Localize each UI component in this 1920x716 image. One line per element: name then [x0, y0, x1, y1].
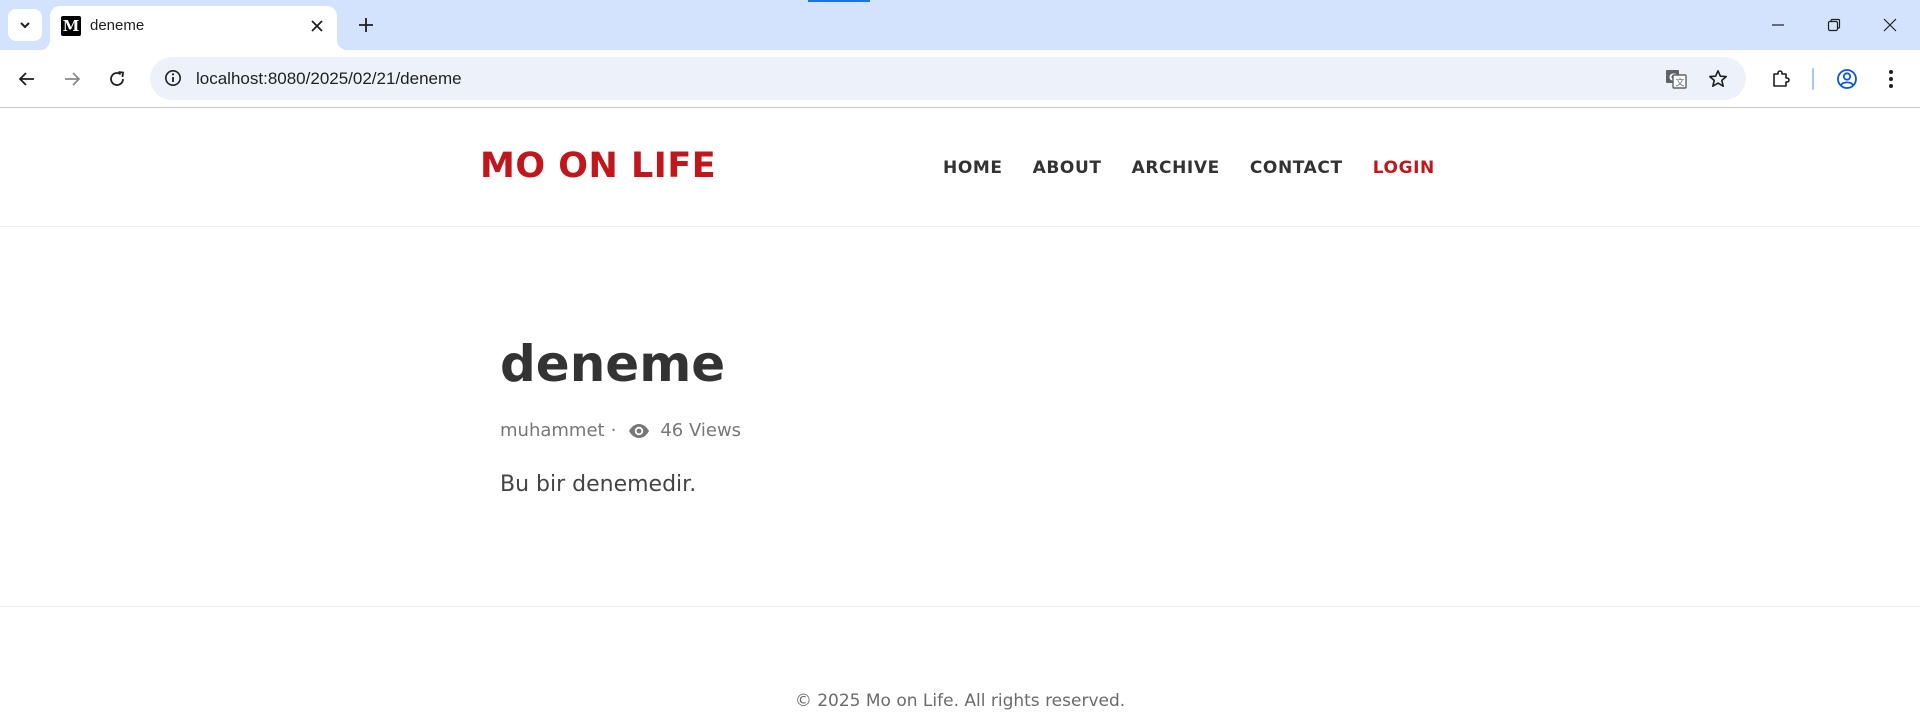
browser-toolbar: localhost:8080/2025/02/21/deneme G文	[0, 50, 1920, 108]
post-views: 46 Views	[660, 420, 742, 441]
post-title: deneme	[500, 335, 726, 393]
close-icon	[311, 20, 323, 32]
puzzle-icon	[1773, 70, 1790, 87]
nav-login-link[interactable]: LOGIN	[1373, 158, 1435, 178]
tab-title: deneme	[90, 17, 145, 34]
star-icon	[1709, 70, 1727, 87]
chevron-down-icon	[20, 22, 30, 29]
arrow-right-icon	[65, 72, 81, 86]
post-author: muhammet	[500, 420, 605, 441]
forward-button[interactable]	[55, 62, 89, 96]
nav-archive-link[interactable]: ARCHIVE	[1132, 158, 1220, 178]
nav-contact-link[interactable]: CONTACT	[1250, 158, 1343, 178]
account-circle-icon	[1837, 69, 1857, 89]
reload-button[interactable]	[100, 62, 134, 96]
meta-separator: ·	[610, 420, 617, 441]
translate-button[interactable]: G文	[1660, 63, 1692, 95]
toolbar-separator	[1812, 68, 1814, 90]
eye-icon	[628, 423, 650, 439]
reload-icon	[110, 71, 124, 86]
bookmark-button[interactable]	[1702, 63, 1734, 95]
nav-home-link[interactable]: HOME	[943, 158, 1003, 178]
svg-text:文: 文	[1676, 77, 1685, 89]
tab-search-button[interactable]	[8, 9, 42, 41]
plus-icon	[359, 18, 373, 32]
window-minimize-button[interactable]	[1750, 0, 1806, 50]
nav-about-link[interactable]: ABOUT	[1033, 158, 1102, 178]
site-info-button[interactable]	[158, 63, 188, 93]
url-text[interactable]: localhost:8080/2025/02/21/deneme	[196, 69, 462, 89]
close-icon	[1883, 18, 1897, 32]
main-nav: HOME ABOUT ARCHIVE CONTACT LOGIN	[943, 158, 1435, 178]
window-close-button[interactable]	[1862, 0, 1918, 50]
more-vert-icon	[1889, 70, 1893, 88]
browser-menu-button[interactable]	[1874, 62, 1908, 96]
copyright-text: © 2025 Mo on Life. All rights reserved.	[794, 691, 1126, 711]
info-icon	[165, 70, 181, 86]
restore-icon	[1827, 18, 1841, 32]
site-footer: © 2025 Mo on Life. All rights reserved.	[0, 606, 1920, 716]
post-meta: muhammet · 46 Views	[500, 420, 741, 441]
browser-tabstrip: M deneme	[0, 0, 1920, 50]
window-restore-button[interactable]	[1806, 0, 1862, 50]
translate-icon: G文	[1666, 70, 1687, 89]
minimize-icon	[1772, 24, 1784, 26]
loading-indicator	[808, 0, 870, 2]
extensions-button[interactable]	[1764, 62, 1798, 96]
site-logo[interactable]: MO ON LIFE	[480, 146, 716, 186]
back-button[interactable]	[10, 62, 44, 96]
new-tab-button[interactable]	[352, 11, 380, 39]
post-body: Bu bir denemedir.	[500, 472, 697, 497]
site-header: MO ON LIFE HOME ABOUT ARCHIVE CONTACT LO…	[0, 108, 1920, 227]
medium-favicon-icon: M	[61, 16, 81, 36]
browser-tab[interactable]: M deneme	[50, 6, 337, 50]
arrow-left-icon	[18, 72, 34, 86]
profile-button[interactable]	[1830, 62, 1864, 96]
tab-close-button[interactable]	[305, 14, 329, 38]
address-bar[interactable]: localhost:8080/2025/02/21/deneme G文	[150, 57, 1746, 100]
